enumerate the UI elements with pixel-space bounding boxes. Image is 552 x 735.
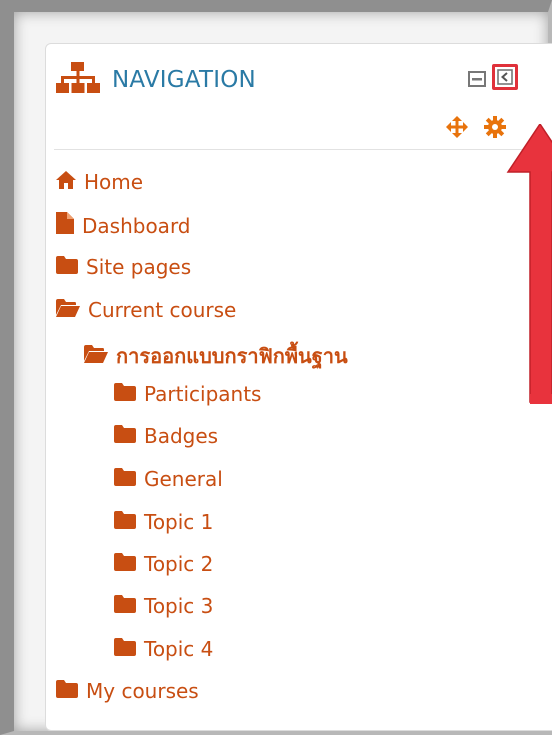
screenshot-frame: NAVIGATION Home Dashboard Site pages Cur…: [0, 0, 552, 735]
nav-item-label: Topic 2: [144, 552, 214, 576]
nav-item-label: การออกแบบกราฟิกพื้นฐาน: [116, 344, 348, 368]
folder-icon: [56, 679, 78, 703]
nav-item-site-pages[interactable]: Site pages: [56, 255, 191, 279]
folder-icon: [114, 424, 136, 448]
header-divider: [54, 149, 550, 150]
nav-item-label: General: [144, 467, 223, 491]
minus-box-icon[interactable]: [468, 69, 488, 89]
nav-item-label: Current course: [88, 298, 237, 322]
collapse-left-icon[interactable]: [492, 64, 518, 90]
gear-icon[interactable]: [484, 116, 506, 138]
move-icon[interactable]: [446, 116, 468, 138]
nav-item-topic-4[interactable]: Topic 4: [114, 637, 213, 661]
red-arrow-up-icon: [506, 122, 552, 414]
nav-item-current-course[interactable]: Current course: [56, 298, 236, 322]
folder-open-icon: [84, 344, 108, 368]
nav-item-dashboard[interactable]: Dashboard: [56, 212, 191, 239]
nav-item-label: Topic 3: [144, 594, 214, 618]
sitemap-icon: [56, 62, 100, 98]
nav-item-label: Topic 4: [144, 637, 214, 661]
nav-item-label: Site pages: [86, 255, 192, 279]
nav-item-label: Dashboard: [82, 213, 191, 238]
navigation-block: NAVIGATION Home Dashboard Site pages Cur…: [45, 43, 552, 731]
folder-icon: [114, 510, 136, 534]
nav-item-home[interactable]: Home: [56, 170, 143, 194]
nav-item-general[interactable]: General: [114, 467, 223, 491]
folder-icon: [56, 255, 78, 279]
nav-item-label: Participants: [144, 382, 262, 406]
folder-icon: [114, 637, 136, 661]
nav-item-label: Badges: [144, 424, 219, 448]
folder-icon: [114, 552, 136, 576]
home-icon: [56, 170, 76, 194]
nav-item-label: Topic 1: [144, 510, 214, 534]
block-title: NAVIGATION: [112, 67, 256, 93]
nav-item-label: My courses: [86, 679, 199, 703]
nav-item-my-courses[interactable]: My courses: [56, 679, 199, 703]
nav-item-participants[interactable]: Participants: [114, 382, 261, 406]
folder-open-icon: [56, 298, 80, 322]
nav-item-topic-1[interactable]: Topic 1: [114, 510, 213, 534]
folder-icon: [114, 594, 136, 618]
folder-icon: [114, 382, 136, 406]
block-header: NAVIGATION: [56, 62, 256, 98]
nav-item-topic-2[interactable]: Topic 2: [114, 552, 213, 576]
nav-item-label: Home: [84, 170, 144, 194]
nav-item-badges[interactable]: Badges: [114, 424, 218, 448]
folder-icon: [114, 467, 136, 491]
nav-item-course[interactable]: การออกแบบกราฟิกพื้นฐาน: [84, 340, 348, 372]
nav-item-topic-3[interactable]: Topic 3: [114, 594, 213, 618]
file-icon: [56, 212, 74, 239]
